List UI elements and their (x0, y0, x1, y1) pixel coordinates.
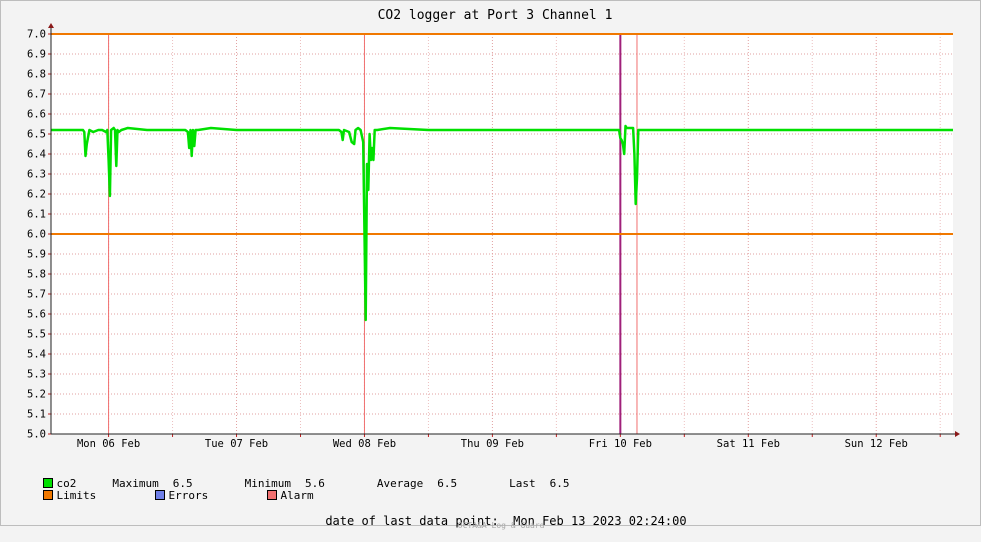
legend-average-label: Average (376, 477, 424, 490)
y-tick-label: 5.6 (27, 309, 46, 321)
y-tick-label: 6.0 (27, 229, 46, 241)
x-axis-ticks: Mon 06 Feb Tue 07 Feb Wed 08 Feb Thu 09 Feb… (77, 438, 908, 450)
x-tick-label: Fri 10 Feb (589, 438, 652, 450)
limits-swatch (42, 490, 53, 500)
y-tick-label: 5.4 (27, 349, 46, 361)
co2-chart: CO2 logger at Port 3 Channel 1 7.0 6.9 6.8… (27, 8, 960, 450)
y-tick-label: 5.7 (27, 289, 46, 301)
y-tick-label: 6.7 (27, 89, 46, 101)
y-tick-label: 7.0 (27, 29, 46, 41)
y-tick-label: 5.8 (27, 269, 46, 281)
x-tick-label: Sat 11 Feb (717, 438, 780, 450)
y-tick-label: 5.2 (27, 389, 46, 401)
y-tick-label: 6.8 (27, 69, 46, 81)
y-tick-label: 6.2 (27, 189, 46, 201)
y-tick-label: 5.5 (27, 329, 46, 341)
legend-last-label: Last (509, 477, 536, 490)
x-tick-label: Wed 08 Feb (333, 438, 396, 450)
y-tick-label: 6.5 (27, 129, 46, 141)
legend-markers-row: Limits Errors Alarm (16, 476, 314, 502)
y-tick-label: 6.9 (27, 49, 46, 61)
chart-title: CO2 logger at Port 3 Channel 1 (378, 8, 613, 23)
legend-last-value: 6.5 (549, 477, 570, 490)
y-tick-label: 6.1 (27, 209, 46, 221)
x-axis-arrow (955, 431, 960, 437)
x-tick-label: Sun 12 Feb (845, 438, 908, 450)
y-tick-label: 6.3 (27, 169, 46, 181)
y-axis-ticks: 7.0 6.9 6.8 6.7 6.6 6.5 6.4 6.3 6.2 6.1 6.0 5.9 5.8 5… (27, 29, 46, 441)
y-axis-arrow (48, 23, 54, 28)
y-tick-label: 6.4 (27, 149, 46, 161)
y-tick-label: 5.9 (27, 249, 46, 261)
y-tick-label: 5.0 (27, 429, 46, 441)
x-tick-label: Mon 06 Feb (77, 438, 140, 450)
grid (48, 33, 953, 437)
alarm-swatch (266, 490, 277, 500)
y-tick-label: 5.3 (27, 369, 46, 381)
x-tick-label: Tue 07 Feb (205, 438, 268, 450)
chart-frame: CO2 logger at Port 3 Channel 1 7.0 6.9 6.8… (0, 0, 981, 530)
legend-average-value: 6.5 (437, 477, 458, 490)
errors-swatch (154, 490, 165, 500)
x-tick-label: Thu 09 Feb (461, 438, 524, 450)
y-tick-label: 6.6 (27, 109, 46, 121)
y-tick-label: 5.1 (27, 409, 46, 421)
